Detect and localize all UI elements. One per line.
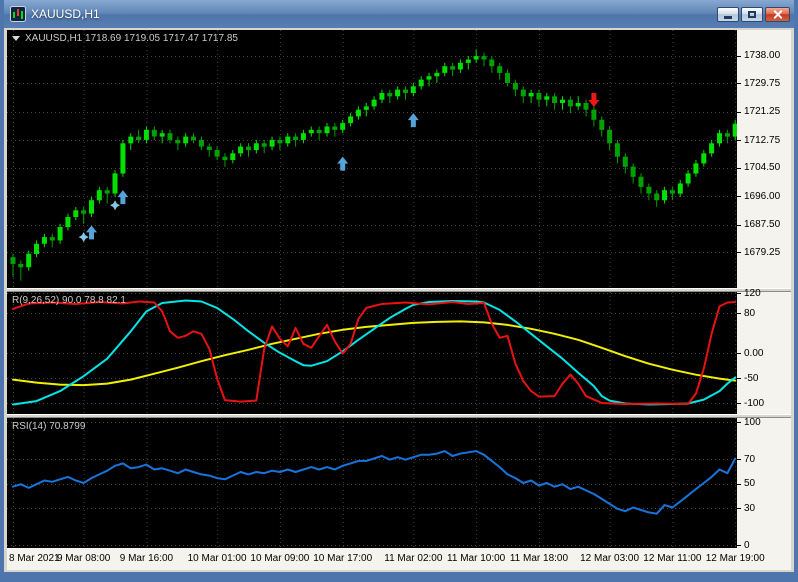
axis-tick-mark	[737, 353, 741, 354]
window-title: XAUUSD,H1	[31, 7, 100, 21]
series-cyan	[13, 301, 735, 405]
axis-label: 80	[744, 308, 755, 320]
minimize-button[interactable]	[717, 7, 739, 22]
main-chart-panel: 1738.00 1729.75 1721.25 1712.75 1704.50 1696.…	[7, 30, 791, 288]
price-axis[interactable]: 1738.00 1729.75 1721.25 1712.75 1704.50 1696.…	[737, 30, 791, 288]
time-label: 12 Mar 03:00	[580, 553, 639, 564]
star-marker	[110, 200, 120, 210]
minimize-icon	[724, 16, 732, 19]
axis-label: 100	[744, 417, 761, 429]
close-icon	[772, 9, 783, 20]
time-label: 11 Mar 10:00	[447, 553, 505, 564]
time-label: 12 Mar 11:00	[643, 553, 701, 564]
axis-label: 1729.75	[744, 78, 780, 90]
time-label: 10 Mar 09:00	[250, 553, 309, 564]
indicator2-panel: 1007050300 RSI(14) 70.8799	[7, 418, 791, 548]
axis-tick-mark	[737, 459, 741, 460]
chart-root: 1738.00 1729.75 1721.25 1712.75 1704.50 1696.…	[7, 30, 791, 570]
axis-tick-mark	[737, 293, 741, 294]
series-yellow	[13, 321, 735, 385]
axis-label: 1712.75	[744, 135, 780, 147]
axis-label: 1679.25	[744, 247, 780, 259]
axis-tick-mark	[737, 313, 741, 314]
axis-label: -50	[744, 373, 758, 385]
axis-label: 1704.50	[744, 162, 780, 174]
axis-tick-mark	[737, 252, 741, 253]
axis-tick-mark	[737, 112, 741, 113]
axis-tick-mark	[737, 545, 741, 546]
axis-tick-mark	[737, 168, 741, 169]
symbol-dropdown-icon[interactable]	[12, 36, 20, 41]
time-label: 11 Mar 18:00	[510, 553, 568, 564]
mt4-chart-window: XAUUSD,H1 1738.001729.751721.251712.7517…	[0, 0, 798, 582]
axis-label: 120	[744, 288, 761, 300]
arrow-up-marker	[117, 190, 128, 204]
axis-label: 1721.25	[744, 106, 780, 118]
time-label: 8 Mar 2021	[9, 553, 60, 564]
axis-label: -100	[744, 398, 764, 410]
time-label: 9 Mar 16:00	[120, 553, 173, 564]
title-bar[interactable]: XAUUSD,H1	[4, 0, 794, 28]
time-label: 9 Mar 08:00	[57, 553, 110, 564]
time-label: 11 Mar 02:00	[384, 553, 442, 564]
axis-tick-mark	[737, 140, 741, 141]
axis-label: 1738.00	[744, 50, 780, 62]
grid	[7, 418, 737, 548]
axis-tick-mark	[737, 225, 741, 226]
axis-tick-mark	[737, 56, 741, 57]
series-rsi	[13, 451, 735, 514]
axis-label: 70	[744, 454, 755, 466]
maximize-button[interactable]	[741, 7, 763, 22]
arrow-down-marker	[588, 93, 599, 107]
axis-label: 50	[744, 478, 755, 490]
indicator1-canvas[interactable]	[7, 292, 737, 414]
axis-tick-mark	[737, 403, 741, 404]
time-label: 10 Mar 01:00	[188, 553, 247, 564]
close-button[interactable]	[765, 7, 790, 22]
time-label: 12 Mar 19:00	[706, 553, 765, 564]
axis-tick-mark	[737, 83, 741, 84]
time-label: 10 Mar 17:00	[313, 553, 372, 564]
axis-tick-mark	[737, 484, 741, 485]
window-controls	[715, 7, 790, 22]
main-chart-canvas[interactable]	[7, 30, 737, 288]
star-marker	[79, 232, 89, 242]
chart-client-area: 1738.00 1729.75 1721.25 1712.75 1704.50 1696.…	[4, 28, 794, 572]
axis-label: 0.00	[744, 348, 763, 360]
axis-tick-mark	[737, 508, 741, 509]
arrow-up-marker	[408, 113, 419, 127]
axis-tick-mark	[737, 196, 741, 197]
candles	[11, 49, 738, 280]
indicator1-axis[interactable]: 120800.00-50-100	[737, 292, 791, 414]
arrow-up-marker	[337, 157, 348, 171]
axis-label: 1696.00	[744, 191, 780, 203]
signal-markers	[79, 93, 600, 242]
indicator2-axis[interactable]: 1007050300	[737, 418, 791, 548]
indicator2-canvas[interactable]	[7, 418, 737, 548]
axis-tick-mark	[737, 422, 741, 423]
grid	[7, 292, 737, 414]
series-red	[13, 302, 735, 405]
window-icon	[10, 6, 26, 22]
axis-label: 30	[744, 503, 755, 515]
axis-label: 1687.50	[744, 219, 780, 231]
axis-tick-mark	[737, 378, 741, 379]
maximize-icon	[748, 11, 756, 18]
time-axis[interactable]: 8 Mar 20219 Mar 08:00 9 Mar 16:00 10 Mar 0…	[7, 548, 791, 570]
indicator1-panel: 120800.00-50-100 R(9,26,52) 90.0 78.8 82…	[7, 292, 791, 414]
